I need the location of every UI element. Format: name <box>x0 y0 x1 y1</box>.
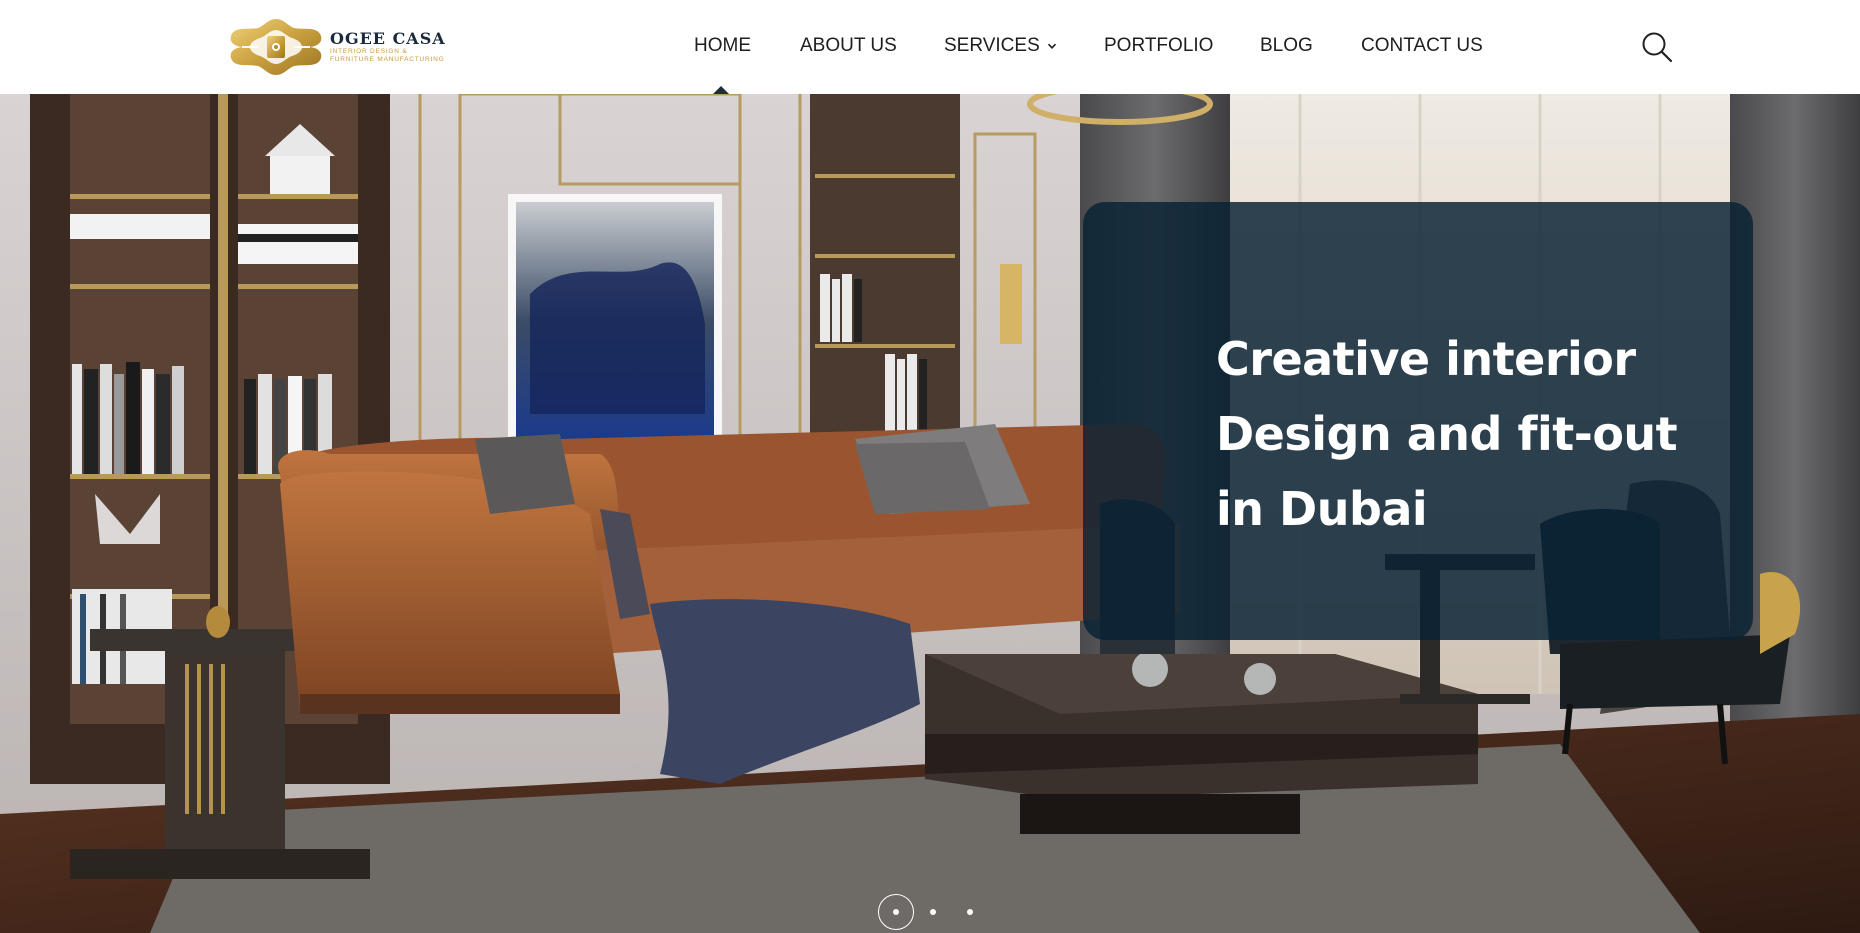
chevron-down-icon <box>1047 43 1056 49</box>
hero-slider: Creative interior Design and fit-out in … <box>0 94 1860 933</box>
search-icon <box>1642 32 1673 63</box>
hero-headline: Creative interior Design and fit-out in … <box>1216 322 1716 547</box>
slide-dot-3[interactable] <box>967 909 973 915</box>
nav-services[interactable]: SERVICES <box>944 34 1058 58</box>
main-nav: HOME ABOUT US SERVICES PORTFOLIO BLOG CO… <box>0 0 1860 94</box>
nav-about-us[interactable]: ABOUT US <box>800 34 897 58</box>
nav-services-label: SERVICES <box>944 35 1040 56</box>
search-button[interactable] <box>1640 30 1674 64</box>
hero-caption-panel: Creative interior Design and fit-out in … <box>1083 202 1753 640</box>
slider-pagination <box>878 894 998 930</box>
hero-headline-line-1: Creative interior <box>1216 332 1636 386</box>
nav-blog[interactable]: BLOG <box>1260 34 1313 58</box>
nav-portfolio[interactable]: PORTFOLIO <box>1104 34 1213 58</box>
active-nav-indicator <box>713 86 729 94</box>
slide-dot-1-center <box>893 909 899 915</box>
nav-home[interactable]: HOME <box>694 34 751 58</box>
site-header: OGEE CASA INTERIOR DESIGN & FURNITURE MA… <box>0 0 1860 94</box>
slide-dot-2[interactable] <box>930 909 936 915</box>
hero-headline-line-3: in Dubai <box>1216 482 1428 536</box>
hero-headline-line-2: Design and fit-out <box>1216 407 1678 461</box>
nav-contact-us[interactable]: CONTACT US <box>1361 34 1483 58</box>
